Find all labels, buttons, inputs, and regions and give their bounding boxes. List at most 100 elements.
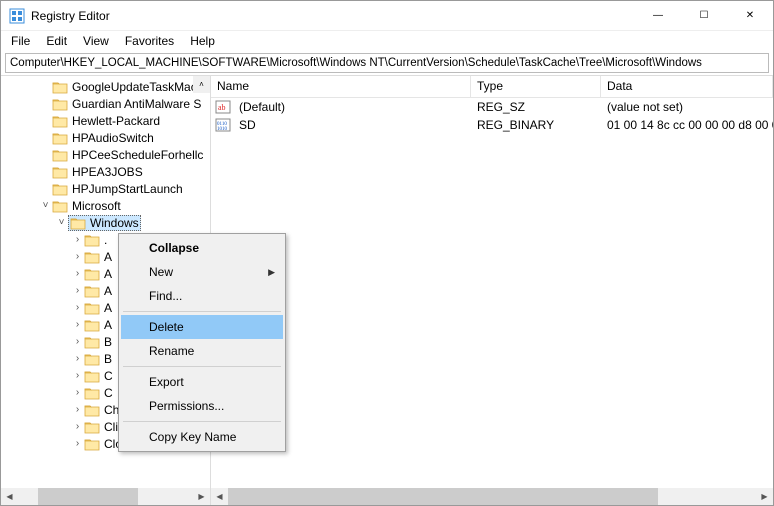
folder-icon [70, 216, 86, 230]
expand-icon[interactable]: › [71, 251, 84, 262]
folder-icon [84, 233, 100, 247]
scroll-thumb[interactable] [228, 488, 658, 505]
list-body[interactable]: ab(Default)REG_SZ(value not set)01101010… [211, 98, 773, 488]
tree-node-label: C [104, 369, 113, 383]
address-bar[interactable]: Computer\HKEY_LOCAL_MACHINE\SOFTWARE\Mic… [5, 53, 769, 73]
context-menu-item-collapse[interactable]: Collapse [121, 236, 283, 260]
folder-icon [52, 80, 68, 94]
tree-node[interactable]: HPEA3JOBS [1, 163, 210, 180]
expand-icon[interactable]: › [71, 353, 84, 364]
close-button[interactable]: ✕ [727, 1, 773, 31]
expand-icon[interactable]: › [71, 302, 84, 313]
tree-node-label: HPCeeScheduleForhellc [72, 148, 203, 162]
menu-file[interactable]: File [5, 32, 36, 50]
menu-view[interactable]: View [77, 32, 115, 50]
tree-node-label: B [104, 335, 112, 349]
col-header-data[interactable]: Data [601, 76, 773, 97]
tree-node[interactable]: ˅ Microsoft [1, 197, 210, 214]
tree-node[interactable]: HPAudioSwitch [1, 129, 210, 146]
tree-node-label: B [104, 352, 112, 366]
tree-node[interactable]: HPJumpStartLaunch [1, 180, 210, 197]
tree-node[interactable]: ˅ Windows [1, 214, 210, 231]
context-menu-item-export[interactable]: Export [121, 370, 283, 394]
expand-icon[interactable]: › [71, 319, 84, 330]
expand-icon[interactable]: › [71, 387, 84, 398]
expand-icon[interactable]: › [71, 234, 84, 245]
folder-icon [84, 267, 100, 281]
menu-item-label: New [149, 265, 173, 279]
scroll-right-button[interactable]: ▶ [193, 488, 210, 505]
tree-node-label: A [104, 318, 112, 332]
expand-icon[interactable]: › [71, 438, 84, 449]
expand-icon[interactable]: › [71, 404, 84, 415]
registry-editor-window: Registry Editor — ☐ ✕ File Edit View Fav… [0, 0, 774, 506]
expand-icon[interactable]: › [71, 370, 84, 381]
tree-node-label: A [104, 267, 112, 281]
list-row[interactable]: ab(Default)REG_SZ(value not set) [211, 98, 773, 116]
tree-node-label: Windows [90, 216, 139, 230]
list-row[interactable]: 01101010SDREG_BINARY01 00 14 8c cc 00 00… [211, 116, 773, 134]
expand-icon[interactable]: › [71, 336, 84, 347]
tree-node-label: Microsoft [72, 199, 121, 213]
regedit-icon [9, 8, 25, 24]
tree-node[interactable]: Hewlett-Packard [1, 112, 210, 129]
list-h-scrollbar[interactable]: ◀ ▶ [211, 488, 773, 505]
scroll-track[interactable] [228, 488, 756, 505]
folder-icon [52, 199, 68, 213]
svg-text:ab: ab [218, 103, 226, 112]
menu-help[interactable]: Help [184, 32, 221, 50]
context-menu-item-new[interactable]: New ▶ [121, 260, 283, 284]
folder-icon [84, 284, 100, 298]
expand-icon[interactable]: › [71, 285, 84, 296]
collapse-icon[interactable]: ˅ [55, 217, 68, 228]
tree-node-label: HPJumpStartLaunch [72, 182, 183, 196]
window-controls: — ☐ ✕ [635, 1, 773, 31]
value-type: REG_SZ [471, 100, 601, 114]
expand-icon[interactable]: › [71, 421, 84, 432]
folder-icon [52, 148, 68, 162]
col-header-name[interactable]: Name [211, 76, 471, 97]
context-menu-item-delete[interactable]: Delete [121, 315, 283, 339]
menu-favorites[interactable]: Favorites [119, 32, 180, 50]
context-menu-item-find[interactable]: Find... [121, 284, 283, 308]
value-data: (value not set) [601, 100, 773, 114]
tree-node-label: . [104, 233, 107, 247]
folder-icon [84, 420, 100, 434]
folder-icon [52, 97, 68, 111]
titlebar[interactable]: Registry Editor — ☐ ✕ [1, 1, 773, 31]
folder-icon [84, 335, 100, 349]
collapse-icon[interactable]: ˅ [39, 200, 52, 211]
maximize-button[interactable]: ☐ [681, 1, 727, 31]
string-value-icon: ab [215, 99, 231, 115]
folder-icon [84, 352, 100, 366]
tree-node[interactable]: Guardian AntiMalware S [1, 95, 210, 112]
folder-icon [84, 386, 100, 400]
col-header-type[interactable]: Type [471, 76, 601, 97]
scroll-right-button[interactable]: ▶ [756, 488, 773, 505]
menu-edit[interactable]: Edit [40, 32, 73, 50]
menu-item-label: Collapse [149, 241, 199, 255]
expand-icon[interactable]: › [71, 268, 84, 279]
tree-node[interactable]: GoogleUpdateTaskMach [1, 78, 210, 95]
context-menu-item-copy-key-name[interactable]: Copy Key Name [121, 425, 283, 449]
tree-node-label: Hewlett-Packard [72, 114, 160, 128]
context-menu-item-rename[interactable]: Rename [121, 339, 283, 363]
tree-node[interactable]: HPCeeScheduleForhellc [1, 146, 210, 163]
menu-item-label: Permissions... [149, 399, 224, 413]
menu-item-label: Export [149, 375, 184, 389]
submenu-arrow-icon: ▶ [268, 267, 275, 278]
scroll-left-button[interactable]: ◀ [1, 488, 18, 505]
scroll-track[interactable] [18, 488, 193, 505]
window-title: Registry Editor [31, 9, 635, 23]
tree-node-label: Guardian AntiMalware S [72, 97, 201, 111]
context-menu-item-permissions[interactable]: Permissions... [121, 394, 283, 418]
folder-icon [52, 131, 68, 145]
tree-scroll-up-button[interactable]: ˄ [193, 76, 210, 93]
minimize-button[interactable]: — [635, 1, 681, 31]
scroll-thumb[interactable] [38, 488, 138, 505]
value-type: REG_BINARY [471, 118, 601, 132]
tree-node-label: HPAudioSwitch [72, 131, 154, 145]
menubar: File Edit View Favorites Help [1, 31, 773, 51]
tree-h-scrollbar[interactable]: ◀ ▶ [1, 488, 210, 505]
scroll-left-button[interactable]: ◀ [211, 488, 228, 505]
